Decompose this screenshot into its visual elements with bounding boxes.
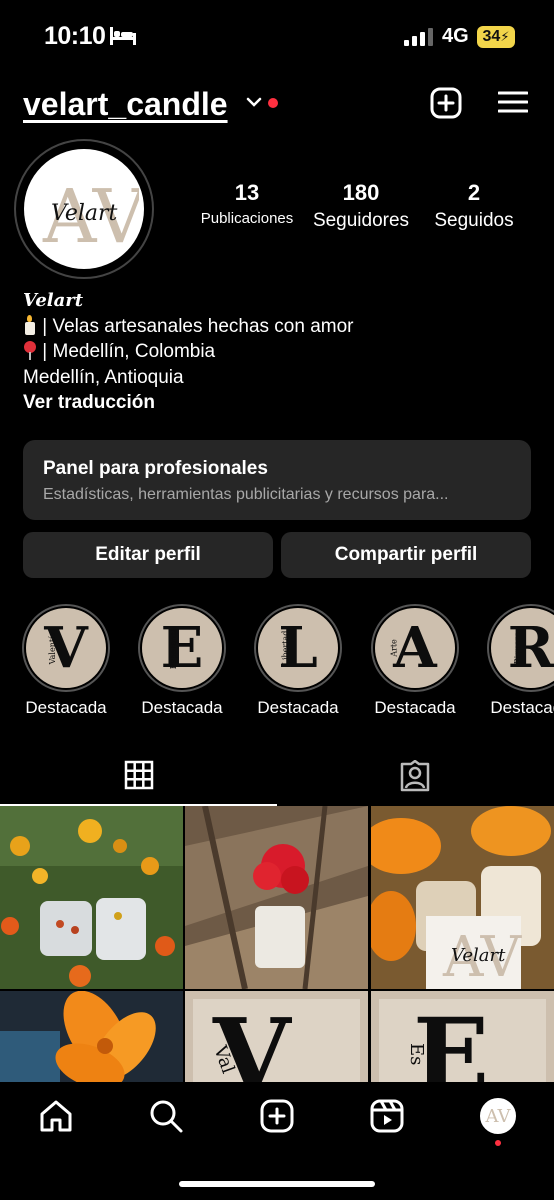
highlight-cover-word: Libertad: [280, 630, 290, 666]
stat-followers[interactable]: 180 Seguidores: [308, 180, 414, 232]
stat-posts[interactable]: 13 Publicaciones: [196, 180, 298, 227]
highlight-inner: Riqueza R Destacada: [486, 604, 554, 718]
profile-display-name: Velart: [23, 290, 84, 311]
svg-text:Velart: Velart: [451, 945, 506, 966]
home-indicator: [179, 1181, 375, 1187]
highlight-ring: Valentía V: [22, 604, 110, 692]
highlight-item[interactable]: Libertad L Destacada: [253, 604, 343, 718]
post-thumbnail[interactable]: [0, 991, 183, 1082]
post-thumbnail[interactable]: AV Velart: [371, 806, 554, 989]
profile-bio: Velart | Velas artesanales hechas con am…: [23, 288, 533, 416]
highlight-cover-word: Riqueza: [512, 631, 522, 665]
profile-tab-avatar[interactable]: AV: [480, 1098, 516, 1134]
stat-posts-count: 13: [234, 180, 260, 205]
see-translation-link[interactable]: Ver traducción: [23, 390, 533, 416]
highlight-item[interactable]: Arte A Destacada: [370, 604, 460, 718]
network-type: 4G: [442, 25, 469, 47]
cellular-signal-icon: [404, 28, 433, 46]
stat-followers-label: Seguidores: [312, 210, 410, 231]
profile-tab-logo: AV: [485, 1105, 511, 1127]
status-time: 10:10: [44, 22, 106, 50]
status-bar: 10:10 4G 34 ⚡: [0, 0, 554, 72]
highlight-cover: Esperanza E: [142, 608, 222, 688]
post-image-hibiscus-candle: [185, 806, 368, 989]
share-profile-button[interactable]: Compartir perfil: [281, 532, 531, 578]
chevron-down-icon[interactable]: [246, 96, 262, 108]
create-post-icon[interactable]: [430, 87, 462, 119]
bio-location[interactable]: Medellín, Antioquia: [23, 365, 533, 391]
profile-username[interactable]: velart_candle: [23, 86, 228, 123]
reels-icon[interactable]: [369, 1098, 405, 1134]
highlight-cover-letter: A: [393, 615, 437, 681]
stat-following-count: 2: [467, 180, 481, 205]
stat-following[interactable]: 2 Seguidos: [428, 180, 520, 232]
highlight-cover-word: Valentía: [47, 631, 57, 665]
edit-profile-button[interactable]: Editar perfil: [23, 532, 273, 578]
logo-script: Velart: [51, 201, 118, 226]
highlight-cover: Libertad L: [258, 608, 338, 688]
profile-notification-dot: [495, 1140, 501, 1146]
posts-grid: AV Velart V Val E Es: [0, 806, 554, 1082]
post-card: V Val: [193, 999, 360, 1082]
post-image-lily: [0, 991, 183, 1082]
home-icon[interactable]: [38, 1098, 74, 1134]
profile-avatar[interactable]: AV Velart: [14, 139, 154, 279]
highlight-label: Destacada: [257, 698, 339, 717]
highlight-ring: Arte A: [371, 604, 459, 692]
post-thumbnail[interactable]: [185, 806, 368, 989]
highlight-ring: Riqueza R: [487, 604, 554, 692]
highlight-item[interactable]: Valentía V Destacada: [21, 604, 111, 718]
bio-line-2: | Medellín, Colombia: [23, 339, 533, 365]
highlight-item[interactable]: Esperanza E Destacada: [137, 604, 227, 718]
profile-header: velart_candle: [0, 80, 554, 130]
highlight-ring: Esperanza E: [138, 604, 226, 692]
velart-logo: AV Velart: [42, 174, 139, 260]
highlight-item[interactable]: Riqueza R Destacada: [486, 604, 554, 718]
highlight-cover: Arte A: [375, 608, 455, 688]
bio-line-1: | Velas artesanales hechas con amor: [23, 314, 533, 340]
tagged-person-icon[interactable]: [399, 760, 431, 792]
search-icon[interactable]: [148, 1098, 184, 1134]
highlight-cover: Riqueza R: [491, 608, 554, 688]
bio-text-2: | Medellín, Colombia: [42, 341, 216, 362]
post-thumbnail[interactable]: [0, 806, 183, 989]
highlight-cover: Valentía V: [26, 608, 106, 688]
highlight-label: Destacada: [374, 698, 456, 717]
battery-level: 34: [482, 28, 501, 45]
grid-icon[interactable]: [124, 760, 154, 790]
dashboard-subtitle: Estadísticas, herramientas publicitarias…: [43, 486, 449, 503]
post-image-candles-flowers: [0, 806, 183, 989]
stat-following-label: Seguidos: [434, 210, 514, 231]
hamburger-menu-icon[interactable]: [498, 90, 528, 114]
highlight-cover-word: Esperanza: [168, 626, 178, 670]
profile-tabs: [0, 748, 554, 806]
highlight-label: Destacada: [490, 698, 554, 717]
battery-indicator: 34 ⚡: [477, 26, 515, 48]
notification-dot: [268, 98, 278, 108]
bio-text-1: | Velas artesanales hechas con amor: [42, 315, 354, 337]
highlight-cover-word: Arte: [389, 639, 399, 657]
professional-dashboard-card[interactable]: Panel para profesionales Estadísticas, h…: [23, 440, 531, 520]
dashboard-title: Panel para profesionales: [43, 458, 268, 479]
post-thumbnail[interactable]: V Val: [185, 991, 368, 1082]
post-image-lilies-card: AV Velart: [371, 806, 554, 989]
highlight-cover-letter: E: [160, 615, 204, 681]
highlight-label: Destacada: [141, 698, 223, 717]
highlight-label: Destacada: [25, 698, 107, 717]
post-card: E Es: [379, 999, 546, 1082]
avatar-logo: AV Velart: [24, 149, 144, 269]
post-card-word: Es: [406, 1043, 427, 1066]
candle-emoji-icon: [23, 314, 37, 335]
post-thumbnail[interactable]: E Es: [371, 991, 554, 1082]
create-icon[interactable]: [259, 1098, 295, 1134]
stat-posts-label: Publicaciones: [200, 210, 294, 227]
sleep-bed-icon: [110, 27, 136, 45]
stat-followers-count: 180: [342, 180, 380, 205]
pin-emoji-icon: [23, 340, 37, 360]
highlight-ring: Libertad L: [254, 604, 342, 692]
